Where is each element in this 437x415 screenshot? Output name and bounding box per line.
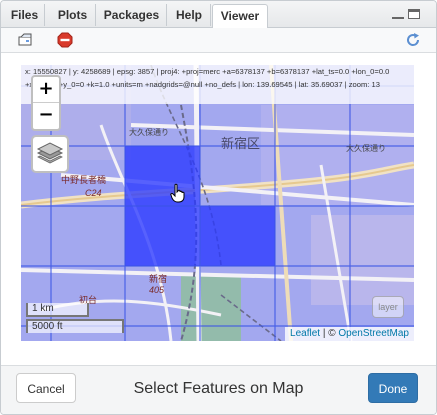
- tab-plots[interactable]: Plots: [50, 4, 96, 26]
- viewer-content: 新宿区 大久保通り 大久保通り 中野長者橋 C24 新宿 405 初台 x: 1…: [1, 53, 436, 414]
- scale-bar-imperial: 5000 ft: [26, 319, 124, 333]
- done-button[interactable]: Done: [368, 373, 418, 403]
- label-nakano-nagasaki: 中野長者橋: [61, 176, 107, 186]
- viewer-toolbar: [1, 28, 436, 53]
- openstreetmap-link[interactable]: OpenStreetMap: [338, 328, 409, 339]
- gadget-bar: Cancel Select Features on Map Done: [1, 365, 436, 414]
- label-c24: C24: [85, 188, 102, 198]
- leaflet-link[interactable]: Leaflet: [290, 328, 320, 339]
- pane-tab-bar: Files Plots Packages Help Viewer: [1, 1, 436, 28]
- mouse-coordinates: x: 15550827 | y: 4258689 | epsg: 3857 | …: [21, 65, 414, 104]
- leaflet-map[interactable]: 新宿区 大久保通り 大久保通り 中野長者橋 C24 新宿 405 初台 x: 1…: [21, 65, 414, 341]
- maximize-icon[interactable]: [408, 9, 420, 19]
- stop-icon[interactable]: [57, 32, 73, 48]
- gadget-title: Select Features on Map: [133, 380, 304, 397]
- zoom-in-button[interactable]: +: [33, 77, 59, 103]
- zoom-out-button[interactable]: −: [33, 103, 59, 129]
- tab-viewer[interactable]: Viewer: [212, 4, 268, 28]
- label-route-405: 405: [149, 285, 165, 295]
- layer-badge: layer: [372, 296, 404, 318]
- label-okubo-dori-1: 大久保通り: [129, 128, 169, 137]
- label-okubo-dori-2: 大久保通り: [346, 144, 386, 153]
- cancel-button[interactable]: Cancel: [16, 373, 76, 403]
- refresh-icon[interactable]: [405, 32, 421, 48]
- zoom-control: + −: [31, 75, 61, 131]
- viewer-pane: Files Plots Packages Help Viewer 新宿区 大久保…: [0, 0, 437, 415]
- attribution-separator: | ©: [320, 328, 339, 339]
- layers-icon: [36, 142, 64, 164]
- label-shinjuku-ku: 新宿区: [221, 137, 261, 152]
- export-icon[interactable]: [17, 32, 33, 48]
- label-shinjuku: 新宿: [149, 275, 168, 285]
- map-attribution: Leaflet | © OpenStreetMap: [285, 327, 414, 341]
- tab-packages[interactable]: Packages: [97, 4, 167, 26]
- scale-bar-metric: 1 km: [26, 303, 89, 317]
- tab-files[interactable]: Files: [5, 4, 45, 26]
- tab-help[interactable]: Help: [168, 4, 211, 26]
- layers-control[interactable]: [31, 135, 69, 173]
- hand-cursor-icon: [170, 183, 185, 203]
- minimize-icon[interactable]: [392, 9, 404, 19]
